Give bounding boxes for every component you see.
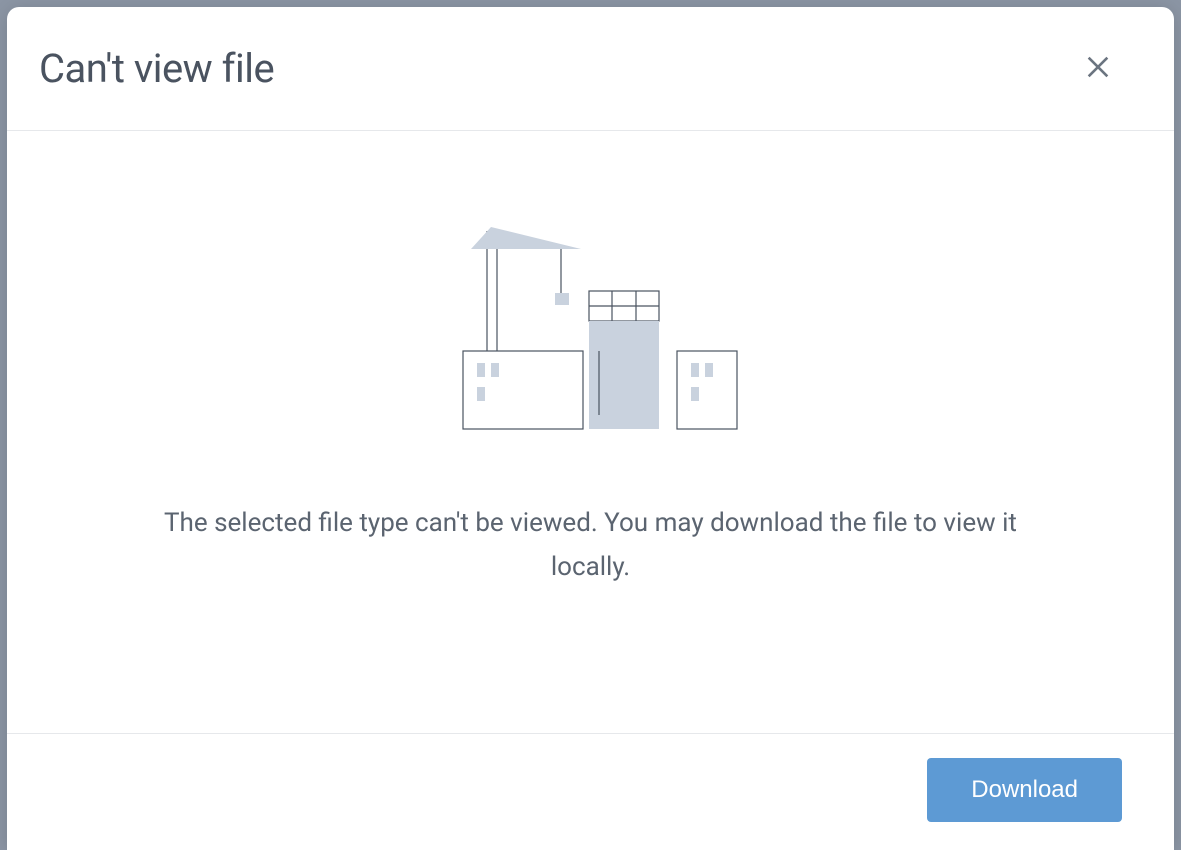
download-button[interactable]: Download [927, 758, 1122, 822]
modal-body: The selected file type can't be viewed. … [7, 131, 1174, 734]
modal-message: The selected file type can't be viewed. … [131, 501, 1051, 589]
close-icon [1084, 53, 1112, 84]
modal-header: Can't view file [7, 7, 1174, 131]
modal-footer: Download [7, 734, 1174, 850]
close-button[interactable] [1078, 47, 1118, 90]
modal-title: Can't view file [39, 45, 274, 92]
construction-illustration-icon [441, 221, 741, 431]
cant-view-file-modal: Can't view file [7, 7, 1174, 850]
